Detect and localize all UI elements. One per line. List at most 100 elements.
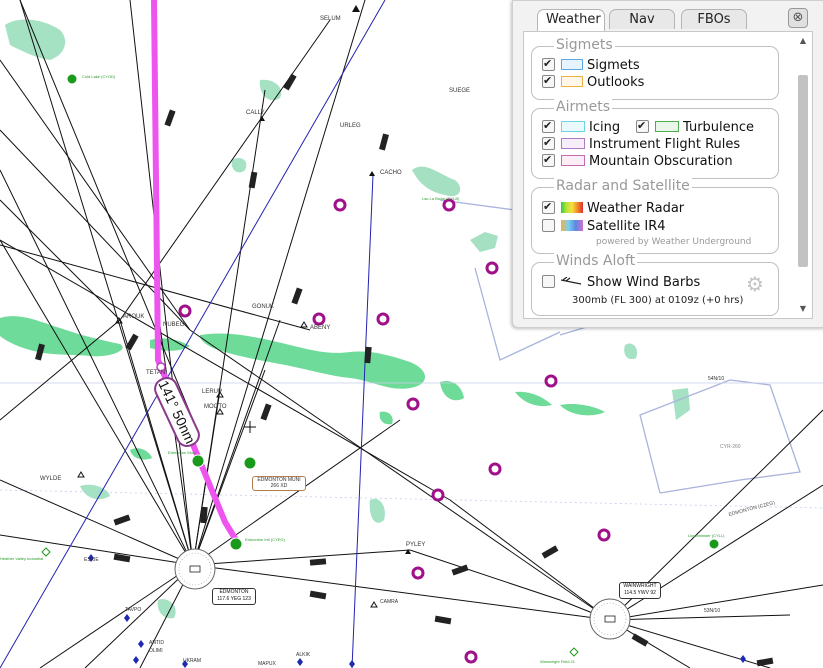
turbulence-swatch — [655, 121, 679, 132]
airport-label: Cold Lake (CYOD) — [82, 74, 116, 79]
fix-label: AROUK — [123, 314, 145, 320]
airport-label: Wainwright Field 21 — [540, 659, 575, 664]
wind-barbs-label: Show Wind Barbs — [587, 275, 701, 290]
satellite-label: Satellite IR4 — [587, 219, 666, 234]
grid-label: 53N/10 — [704, 608, 721, 614]
sigmets-checkbox[interactable] — [542, 56, 555, 72]
close-panel-button[interactable]: ⊗ — [788, 8, 808, 28]
fix-label: TAVPO — [125, 607, 142, 613]
outlooks-checkbox[interactable] — [542, 73, 555, 89]
weather-radar-checkbox[interactable] — [542, 199, 555, 215]
edmonton-muni-box: EDMONTON MUNI 266 XD — [252, 476, 306, 491]
mountain-row[interactable]: Mountain Obscuration — [542, 152, 733, 170]
fix-label: WYLDE — [40, 476, 62, 482]
radar-title: Radar and Satellite — [554, 178, 692, 194]
turbulence-checkbox[interactable] — [636, 118, 649, 134]
airmets-group: Icing Turbulence Instrument Flight Rules… — [531, 108, 779, 179]
weather-layers-panel: Weather Nav FBOs ⊗ Sigmets Outlooks Sigm… — [512, 0, 823, 328]
sigmets-label: Sigmets — [587, 58, 640, 73]
airport-label: Lloydminster (CYLL) — [688, 533, 725, 538]
powered-by-text: powered by Weather Underground — [596, 237, 752, 247]
wainwright-vor-box: WAINWRIGHT 114.5 YWV 92 — [619, 582, 661, 599]
fix-label: CALLY — [246, 110, 265, 116]
fix-label: LERUP — [202, 389, 223, 395]
airport-label: Lac La Biche (CYLB) — [422, 196, 460, 201]
fix-label: GONUK — [252, 304, 275, 310]
winds-group: Show Wind Barbs 300mb (FL 300) at 0109z … — [531, 262, 779, 316]
outlooks-swatch — [561, 76, 583, 87]
sigmets-row[interactable]: Sigmets — [542, 56, 640, 74]
winds-title: Winds Aloft — [554, 253, 638, 269]
edmonton-vor-compass — [174, 548, 216, 590]
green-diamond-fixes — [41, 547, 579, 657]
wainwright-vor-name: WAINWRIGHT — [623, 583, 657, 589]
turbulence-label: Turbulence — [683, 120, 755, 135]
airmets-title: Airmets — [554, 99, 613, 115]
fix-label: UKRAM — [183, 658, 202, 664]
sigmets-group: Sigmets Outlooks — [531, 46, 779, 100]
panel-content: Sigmets Outlooks Sigmets Icing Turbulenc… — [523, 31, 813, 319]
route-distance-label: 141° 50nm — [154, 377, 200, 447]
edmonton-vor-freq: 117.6 YEG 123 — [217, 596, 251, 602]
icing-label: Icing — [589, 120, 621, 135]
turbulence-row[interactable]: Turbulence — [636, 118, 755, 136]
scroll-up-arrow-icon[interactable]: ▲ — [797, 35, 809, 47]
fix-label: ABENY — [310, 325, 331, 331]
panel-scrollbar[interactable]: ▲ ▼ — [797, 35, 809, 315]
fix-label: CACHO — [380, 170, 402, 176]
tab-weather[interactable]: Weather — [537, 9, 605, 31]
airport-label: Edmonton Intl (CYEG) — [245, 537, 285, 542]
wind-barbs-checkbox[interactable] — [542, 275, 555, 288]
icing-checkbox[interactable] — [542, 118, 555, 134]
edmonton-vor-name: EDMONTON — [219, 589, 249, 595]
fix-label: MOOTO — [204, 404, 227, 410]
mountain-label: Mountain Obscuration — [589, 154, 733, 169]
wind-barb-icon — [560, 276, 583, 286]
grid-label: 54N/10 — [708, 376, 725, 382]
outlooks-row[interactable]: Outlooks — [542, 73, 645, 91]
edmonton-muni-freq: 266 XD — [270, 483, 288, 489]
weather-radar-returns — [0, 316, 605, 460]
gear-icon[interactable]: ⚙ — [746, 272, 764, 296]
wainwright-vor-compass — [589, 598, 631, 640]
radar-group: Weather Radar Satellite IR4 powered by W… — [531, 187, 779, 254]
fix-label: PYLEY — [406, 542, 426, 548]
fix-label: CAMRA — [380, 599, 399, 605]
fix-label: OLIMI — [149, 648, 163, 654]
tab-nav[interactable]: Nav — [609, 9, 675, 29]
fix-label: MAPUX — [258, 661, 276, 667]
fix-label: NUBEG — [163, 322, 185, 328]
scroll-thumb[interactable] — [798, 75, 808, 267]
wainwright-vor-freq: 114.5 YWV 92 — [624, 590, 656, 596]
airport-label: Heather Valley Industrial — [0, 556, 44, 561]
outlooks-label: Outlooks — [587, 75, 645, 90]
fix-label: ALKIK — [296, 652, 311, 658]
fix-label: TETAN — [146, 370, 166, 376]
satellite-checkbox[interactable] — [542, 219, 555, 232]
satellite-row[interactable]: Satellite IR4 — [542, 219, 666, 235]
radar-gradient-swatch — [561, 202, 583, 213]
airport-label: Edmonton Muni — [168, 450, 197, 455]
ifr-row[interactable]: Instrument Flight Rules — [542, 135, 741, 153]
icing-row[interactable]: Icing — [542, 118, 621, 136]
mountain-checkbox[interactable] — [542, 152, 555, 168]
sigmets-title: Sigmets — [554, 37, 615, 53]
fix-label: ANTID — [149, 640, 164, 646]
scroll-down-arrow-icon[interactable]: ▼ — [797, 303, 809, 315]
weather-radar-row[interactable]: Weather Radar — [542, 199, 685, 217]
wind-barbs-row[interactable]: Show Wind Barbs — [542, 275, 700, 291]
sigmets-swatch — [561, 59, 583, 70]
airspace-label: CYR-260 — [720, 444, 741, 450]
ifr-swatch — [561, 138, 585, 149]
ifr-label: Instrument Flight Rules — [589, 137, 741, 152]
winds-level-text: 300mb (FL 300) at 0109z (+0 hrs) — [572, 295, 744, 306]
satellite-gradient-swatch — [561, 220, 583, 231]
weather-radar-label: Weather Radar — [587, 201, 685, 216]
fix-label: URLEG — [340, 123, 361, 129]
ifr-checkbox[interactable] — [542, 135, 555, 151]
fix-label: SUEGE — [449, 88, 471, 94]
tab-fbos[interactable]: FBOs — [681, 9, 747, 29]
fix-label: SELUM — [320, 16, 341, 22]
edmonton-vor-box: EDMONTON 117.6 YEG 123 — [212, 588, 256, 605]
icing-swatch — [561, 121, 585, 132]
